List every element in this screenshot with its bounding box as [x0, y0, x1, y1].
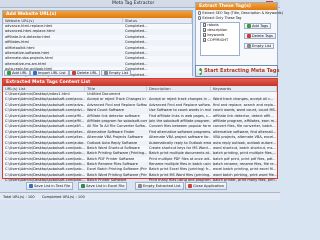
close-application-button[interactable]: Close Application	[185, 182, 228, 190]
add-tags-button[interactable]: Add Tags	[244, 23, 272, 29]
add-url-label: Add URL	[12, 71, 28, 75]
delete-url-label: Delete URL	[77, 71, 98, 75]
seo-tags-radio[interactable]	[198, 11, 202, 15]
column-url-list: URL(s) List	[3, 86, 85, 91]
extract-tags-header: Extract These Tag(s)	[196, 3, 277, 10]
play-icon: ▶	[199, 67, 203, 75]
delete-icon	[247, 34, 251, 38]
extracted-list-panel: Extracted Meta Tags Content List URL(s) …	[2, 78, 278, 182]
import-url-list-button[interactable]: Import URL List	[30, 70, 69, 76]
total-urls-status: Total URL(s) : 100	[3, 195, 35, 199]
close-application-label: Close Application	[193, 184, 225, 188]
column-title: Title	[85, 86, 147, 91]
plus-icon	[7, 71, 11, 75]
only-these-tags-label: Extract Only These Tag	[202, 16, 242, 20]
window-title: Meta Tag Extractor	[112, 1, 155, 6]
delete-tags-label: Delete Tags	[252, 34, 273, 38]
delete-icon	[72, 71, 76, 75]
save-text-file-button[interactable]: Save List in Text File	[26, 182, 74, 190]
tag-label: robots	[207, 23, 219, 27]
empty-extracted-list-button[interactable]: Empty Extracted List	[135, 182, 184, 190]
plus-icon	[247, 24, 251, 28]
completed-urls-status: Completed URL(s) : 100	[41, 195, 85, 199]
seo-tags-label: Extract SEO Tag (Title, Description & Ke…	[202, 11, 283, 15]
empty-tags-list-button[interactable]: Empty List	[244, 43, 275, 49]
tag-checkbox[interactable]: ✓	[203, 38, 207, 42]
close-icon	[188, 184, 192, 188]
column-description: Description	[147, 86, 211, 91]
empty-website-list-label: Empty List	[109, 71, 129, 75]
website-url-header: Add Website URL(s)	[3, 11, 192, 18]
website-url-panel: Add Website URL(s) Website URL(s) Status…	[2, 10, 193, 78]
import-icon	[33, 71, 37, 75]
column-keywords: Keywords	[211, 86, 277, 91]
tag-label: keywords	[207, 33, 225, 37]
tag-checkbox[interactable]: ✓	[203, 28, 207, 32]
save-text-label: Save List in Text File	[34, 184, 71, 188]
tag-checkbox[interactable]: ✓	[203, 33, 207, 37]
save-excel-label: Save List in Excel File	[86, 184, 125, 188]
excel-icon	[81, 184, 85, 188]
tag-checkbox[interactable]: ✓	[203, 23, 207, 27]
delete-url-button[interactable]: Delete URL	[69, 70, 101, 76]
tag-label: description	[207, 28, 228, 32]
tag-item[interactable]: ✓COPYRIGHT	[201, 38, 239, 43]
start-extracting-button[interactable]: ▶ Start Extracting Meta Tags	[195, 65, 280, 77]
only-these-tags-radio[interactable]	[198, 16, 202, 20]
status-bar: Total URL(s) : 100 Completed URL(s) : 10…	[0, 192, 280, 200]
empty-icon	[104, 71, 108, 75]
import-url-label: Import URL List	[38, 71, 66, 75]
extract-tags-panel: Extract These Tag(s) Extract SEO Tag (Ti…	[195, 2, 283, 74]
column-website-url: Website URL(s)	[3, 18, 123, 23]
empty-extracted-label: Empty Extracted List	[143, 184, 181, 188]
start-extracting-label: Start Extracting Meta Tags	[204, 68, 280, 74]
tags-list[interactable]: ✓robots ✓description ✓keywords ✓COPYRIGHT	[200, 22, 240, 56]
empty-icon	[138, 184, 142, 188]
extracted-list-header: Extracted Meta Tags Content List	[3, 79, 277, 86]
save-excel-file-button[interactable]: Save List in Excel File	[78, 182, 128, 190]
tag-label: COPYRIGHT	[207, 38, 229, 42]
empty-tags-label: Empty List	[252, 44, 272, 48]
save-icon	[29, 184, 33, 188]
add-url-button[interactable]: Add URL	[4, 70, 31, 76]
extracted-table-body[interactable]: C:\Users\Admin\Desktop\index1.html Untitl…	[3, 92, 277, 184]
empty-website-list-button[interactable]: Empty List	[101, 70, 132, 76]
option-only-these-tags[interactable]: Extract Only These Tag	[196, 16, 277, 20]
column-status: Status	[123, 18, 192, 23]
empty-icon	[247, 44, 251, 48]
delete-tags-button[interactable]: Delete Tags	[244, 33, 276, 39]
add-tags-label: Add Tags	[252, 24, 269, 28]
